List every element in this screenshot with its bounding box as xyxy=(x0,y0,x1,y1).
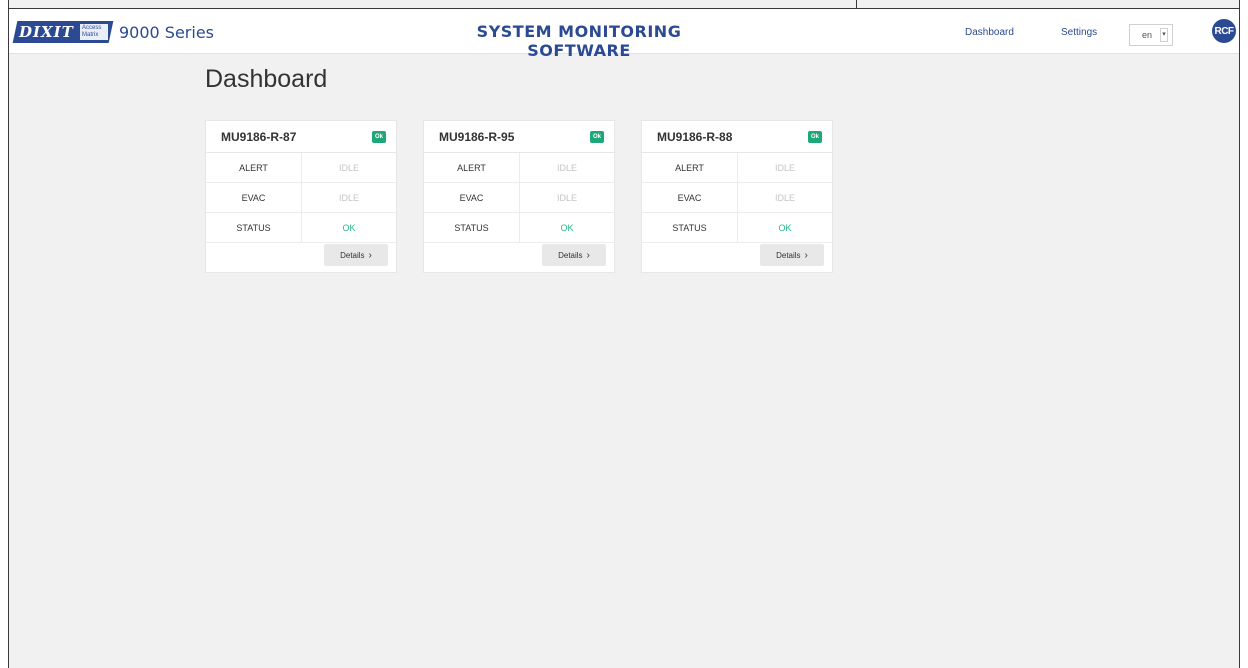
chevron-right-icon: › xyxy=(586,249,590,261)
chevron-right-icon: › xyxy=(368,249,372,261)
row-value: OK xyxy=(778,222,792,233)
row-label: EVAC xyxy=(206,183,302,212)
details-label: Details xyxy=(558,250,583,260)
dixit-logo-text: DIXIT xyxy=(19,23,74,41)
row-value: IDLE xyxy=(556,162,577,173)
status-badge: Ok xyxy=(372,130,386,143)
card-header: MU9186-R-88 Ok xyxy=(642,121,832,153)
row-label: STATUS xyxy=(206,213,302,242)
dixit-logo-badge: DIXIT Access Matrix xyxy=(12,21,114,43)
details-button[interactable]: Details › xyxy=(324,244,388,266)
language-select[interactable]: en ▾ xyxy=(1129,24,1173,46)
card-row-evac: EVAC IDLE xyxy=(206,183,396,213)
nav-dashboard-link[interactable]: Dashboard xyxy=(965,27,1014,38)
details-label: Details xyxy=(776,250,801,260)
device-card: MU9186-R-88 Ok ALERT IDLE EVAC IDLE STAT… xyxy=(641,120,833,273)
status-badge: Ok xyxy=(590,130,604,143)
row-label: EVAC xyxy=(424,183,520,212)
card-row-alert: ALERT IDLE xyxy=(642,153,832,183)
language-value: en xyxy=(1142,30,1153,40)
row-label: ALERT xyxy=(206,153,302,182)
card-header: MU9186-R-95 Ok xyxy=(424,121,614,153)
dixit-logo-subtext: Access Matrix xyxy=(79,24,108,40)
card-row-evac: EVAC IDLE xyxy=(642,183,832,213)
device-name: MU9186-R-87 xyxy=(221,129,297,144)
row-value: IDLE xyxy=(774,192,795,203)
row-value: IDLE xyxy=(338,192,359,203)
card-row-alert: ALERT IDLE xyxy=(206,153,396,183)
device-card: MU9186-R-95 Ok ALERT IDLE EVAC IDLE STAT… xyxy=(423,120,615,273)
row-label: STATUS xyxy=(424,213,520,242)
top-navigation-bar: DIXIT Access Matrix 9000 Series SYSTEM M… xyxy=(9,8,1239,60)
row-value: OK xyxy=(342,222,356,233)
row-value: OK xyxy=(560,222,574,233)
row-label: ALERT xyxy=(642,153,738,182)
card-row-alert: ALERT IDLE xyxy=(424,153,614,183)
status-badge: Ok xyxy=(808,130,822,143)
chevron-right-icon: › xyxy=(804,249,808,261)
device-cards: MU9186-R-87 Ok ALERT IDLE EVAC IDLE STAT… xyxy=(205,120,833,273)
row-value: IDLE xyxy=(774,162,795,173)
card-row-evac: EVAC IDLE xyxy=(424,183,614,213)
row-value: IDLE xyxy=(556,192,577,203)
app-window xyxy=(8,0,1240,668)
device-name: MU9186-R-95 xyxy=(439,129,515,144)
details-button[interactable]: Details › xyxy=(760,244,824,266)
series-label: 9000 Series xyxy=(119,22,215,42)
dixit-logo: DIXIT Access Matrix 9000 Series xyxy=(9,19,214,45)
page-title: Dashboard xyxy=(205,65,328,93)
row-label: STATUS xyxy=(642,213,738,242)
row-label: ALERT xyxy=(424,153,520,182)
card-row-status: STATUS OK xyxy=(424,213,614,243)
card-header: MU9186-R-87 Ok xyxy=(206,121,396,153)
window-edge-mark xyxy=(856,0,857,8)
row-label: EVAC xyxy=(642,183,738,212)
row-value: IDLE xyxy=(338,162,359,173)
card-row-status: STATUS OK xyxy=(642,213,832,243)
chevron-down-icon: ▾ xyxy=(1160,28,1168,42)
device-card: MU9186-R-87 Ok ALERT IDLE EVAC IDLE STAT… xyxy=(205,120,397,273)
card-row-status: STATUS OK xyxy=(206,213,396,243)
details-label: Details xyxy=(340,250,365,260)
app-title: SYSTEM MONITORING SOFTWARE xyxy=(476,22,682,60)
rcf-logo: RCF xyxy=(1212,19,1236,43)
device-name: MU9186-R-88 xyxy=(657,129,733,144)
nav-settings-link[interactable]: Settings xyxy=(1061,27,1097,38)
details-button[interactable]: Details › xyxy=(542,244,606,266)
